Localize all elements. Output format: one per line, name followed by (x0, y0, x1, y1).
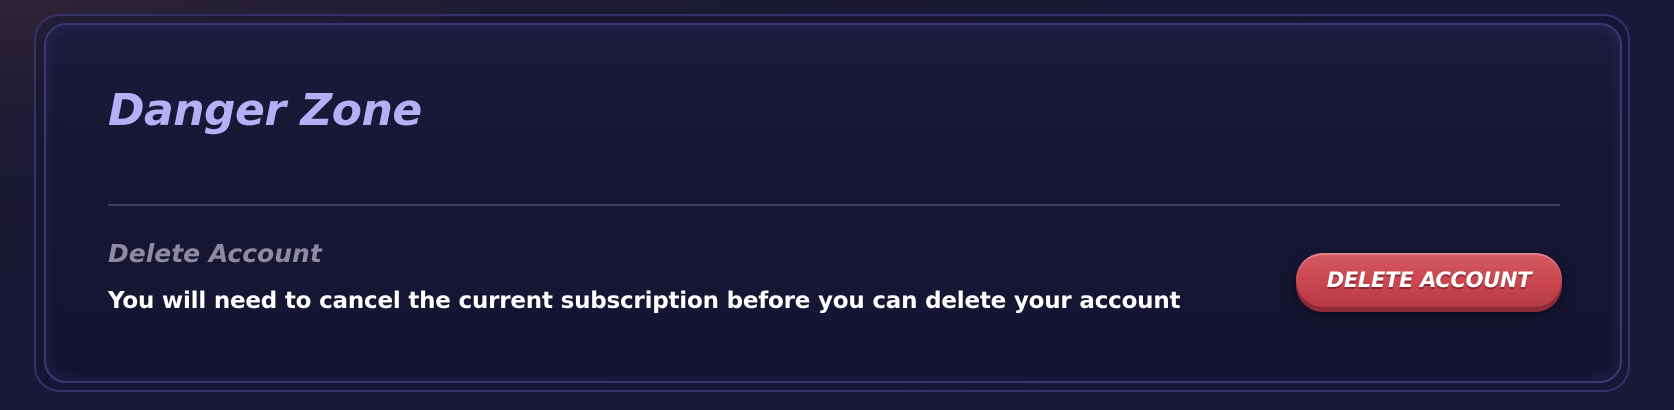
danger-zone-card: Danger Zone Delete Account You will need… (44, 23, 1622, 383)
delete-account-button[interactable]: DELETE ACCOUNT (1296, 253, 1562, 307)
delete-account-description: You will need to cancel the current subs… (108, 288, 1181, 314)
delete-account-label: Delete Account (108, 239, 322, 268)
divider (108, 204, 1560, 206)
danger-zone-title: Danger Zone (108, 85, 422, 136)
